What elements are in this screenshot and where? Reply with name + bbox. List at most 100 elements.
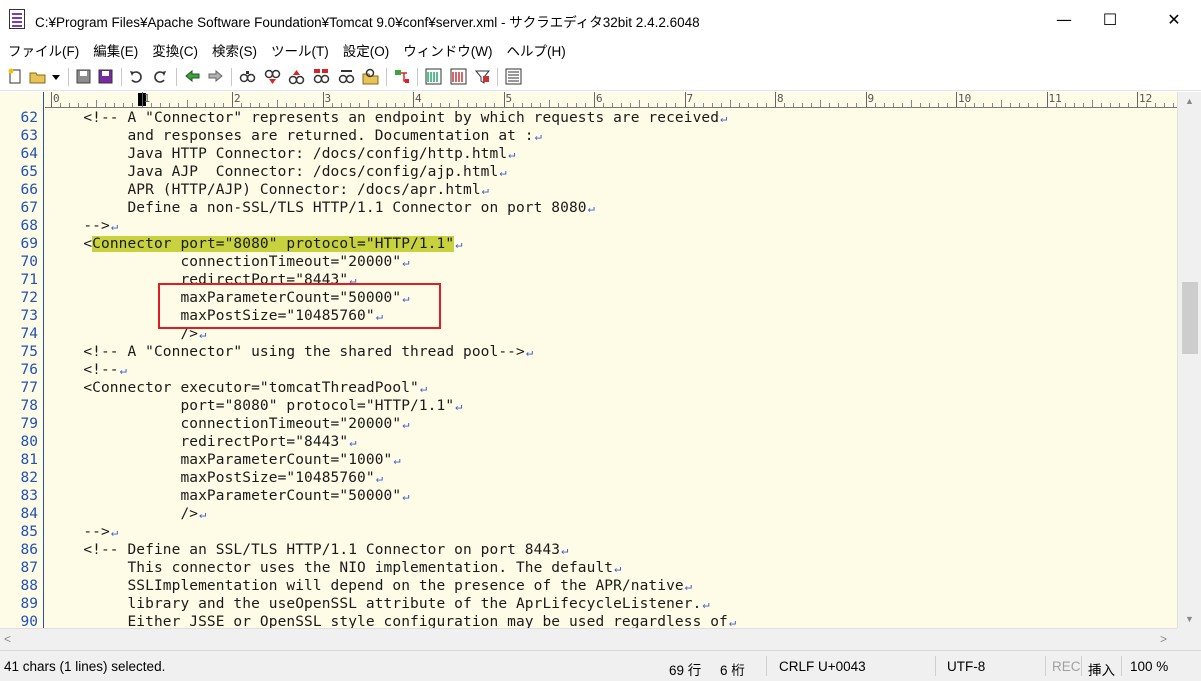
menu-edit[interactable]: 編集(E) [93, 40, 138, 60]
menu-window[interactable]: ウィンドウ(W) [403, 40, 492, 60]
line-text[interactable]: -->↵ [48, 217, 118, 235]
line-text[interactable]: redirectPort="8443"↵ [48, 433, 357, 451]
scroll-right-icon[interactable]: > [1160, 632, 1167, 646]
code-line[interactable]: 62 <!-- A "Connector" represents an endp… [0, 109, 1177, 127]
menu-help[interactable]: ヘルプ(H) [506, 40, 565, 60]
save-all-icon[interactable] [97, 68, 114, 85]
maximize-button[interactable]: ☐ [1087, 0, 1133, 38]
line-text[interactable]: SSLImplementation will depend on the pre… [48, 577, 692, 595]
sakura-editor-icon[interactable] [9, 9, 25, 29]
line-number[interactable]: 69 [0, 235, 38, 253]
line-text[interactable]: Either JSSE or OpenSSL style configurati… [48, 613, 736, 628]
line-text[interactable]: <!-- Define an SSL/TLS HTTP/1.1 Connecto… [48, 541, 568, 559]
code-line[interactable]: 80 redirectPort="8443"↵ [0, 433, 1177, 451]
open-file-icon[interactable] [29, 68, 46, 85]
selected-text[interactable]: Connector port="8080" protocol="HTTP/1.1… [92, 236, 455, 252]
menu-file[interactable]: ファイル(F) [8, 40, 79, 60]
line-number[interactable]: 85 [0, 523, 38, 541]
scroll-up-icon[interactable]: ▲ [1178, 92, 1201, 110]
line-text[interactable]: maxParameterCount="50000"↵ [48, 487, 410, 505]
search-prev-icon[interactable] [288, 68, 305, 85]
vertical-scrollbar[interactable]: ▲ ▼ [1177, 92, 1201, 628]
code-line[interactable]: 65 Java AJP Connector: /docs/config/ajp.… [0, 163, 1177, 181]
line-number[interactable]: 86 [0, 541, 38, 559]
line-number[interactable]: 75 [0, 343, 38, 361]
code-line[interactable]: 86 <!-- Define an SSL/TLS HTTP/1.1 Conne… [0, 541, 1177, 559]
menu-convert[interactable]: 変換(C) [152, 40, 198, 60]
line-number[interactable]: 78 [0, 397, 38, 415]
line-text[interactable]: <!-- A "Connector" represents an endpoin… [48, 109, 727, 127]
status-eol[interactable]: CRLF [779, 659, 814, 674]
code-line[interactable]: 83 maxParameterCount="50000"↵ [0, 487, 1177, 505]
line-number[interactable]: 66 [0, 181, 38, 199]
dropdown-icon[interactable] [51, 68, 61, 85]
line-text[interactable]: Java HTTP Connector: /docs/config/http.h… [48, 145, 515, 163]
line-text[interactable]: maxParameterCount="1000"↵ [48, 451, 401, 469]
line-number[interactable]: 71 [0, 271, 38, 289]
code-line[interactable]: 69 <Connector port="8080" protocol="HTTP… [0, 235, 1177, 253]
line-number[interactable]: 65 [0, 163, 38, 181]
line-number[interactable]: 87 [0, 559, 38, 577]
line-text[interactable]: This connector uses the NIO implementati… [48, 559, 621, 577]
scroll-left-icon[interactable]: < [4, 632, 11, 646]
line-number[interactable]: 64 [0, 145, 38, 163]
code-line[interactable]: 63 and responses are returned. Documenta… [0, 127, 1177, 145]
line-number[interactable]: 70 [0, 253, 38, 271]
code-line[interactable]: 70 connectionTimeout="20000"↵ [0, 253, 1177, 271]
line-text[interactable]: maxPostSize="10485760"↵ [48, 469, 383, 487]
line-number[interactable]: 67 [0, 199, 38, 217]
minimize-button[interactable]: — [1041, 0, 1087, 38]
horizontal-scrollbar[interactable]: < > [0, 628, 1177, 650]
scroll-thumb[interactable] [1182, 282, 1198, 354]
outline-icon[interactable] [393, 68, 410, 85]
jump-back-icon[interactable] [184, 68, 201, 85]
code-line[interactable]: 90 Either JSSE or OpenSSL style configur… [0, 613, 1177, 628]
line-text[interactable]: <!--↵ [48, 361, 127, 379]
line-number[interactable]: 63 [0, 127, 38, 145]
line-number[interactable]: 82 [0, 469, 38, 487]
line-number[interactable]: 83 [0, 487, 38, 505]
menu-settings[interactable]: 設定(O) [343, 40, 390, 60]
settings-icon[interactable] [505, 68, 522, 85]
search-icon[interactable] [239, 68, 256, 85]
code-line[interactable]: 79 connectionTimeout="20000"↵ [0, 415, 1177, 433]
line-text[interactable]: Define a non-SSL/TLS HTTP/1.1 Connector … [48, 199, 595, 217]
code-line[interactable]: 81 maxParameterCount="1000"↵ [0, 451, 1177, 469]
save-icon[interactable] [75, 68, 92, 85]
jump-forward-icon[interactable] [207, 68, 224, 85]
code-line[interactable]: 76 <!--↵ [0, 361, 1177, 379]
line-number[interactable]: 90 [0, 613, 38, 628]
line-text[interactable]: and responses are returned. Documentatio… [48, 127, 542, 145]
line-number[interactable]: 79 [0, 415, 38, 433]
status-zoom[interactable]: 100 % [1130, 659, 1168, 674]
code-line[interactable]: 75 <!-- A "Connector" using the shared t… [0, 343, 1177, 361]
line-number[interactable]: 88 [0, 577, 38, 595]
column-ruler[interactable]: 0 1 2 3 4 5 6 7 8 9 10 11 12 [45, 92, 1177, 108]
code-line[interactable]: 77 <Connector executor="tomcatThreadPool… [0, 379, 1177, 397]
replace-icon[interactable] [313, 68, 330, 85]
line-number[interactable]: 74 [0, 325, 38, 343]
close-button[interactable]: ✕ [1147, 0, 1201, 38]
filter-icon[interactable] [474, 68, 491, 85]
line-text[interactable]: library and the useOpenSSL attribute of … [48, 595, 710, 613]
line-text[interactable]: <Connector port="8080" protocol="HTTP/1.… [48, 235, 463, 253]
code-line[interactable]: 85 -->↵ [0, 523, 1177, 541]
redo-icon[interactable] [151, 68, 168, 85]
line-text[interactable]: />↵ [48, 505, 206, 523]
scroll-down-icon[interactable]: ▼ [1178, 610, 1201, 628]
line-text[interactable]: APR (HTTP/AJP) Connector: /docs/apr.html… [48, 181, 489, 199]
code-line[interactable]: 67 Define a non-SSL/TLS HTTP/1.1 Connect… [0, 199, 1177, 217]
line-number[interactable]: 80 [0, 433, 38, 451]
status-insert-mode[interactable]: 挿入 [1088, 659, 1115, 679]
new-file-icon[interactable] [7, 68, 24, 85]
editor-area[interactable]: 0 1 2 3 4 5 6 7 8 9 10 11 12 62 <!-- A "Connector" r… [0, 92, 1177, 628]
line-number[interactable]: 68 [0, 217, 38, 235]
line-text[interactable]: <Connector executor="tomcatThreadPool"↵ [48, 379, 427, 397]
line-number[interactable]: 81 [0, 451, 38, 469]
code-line[interactable]: 66 APR (HTTP/AJP) Connector: /docs/apr.h… [0, 181, 1177, 199]
code-line[interactable]: 64 Java HTTP Connector: /docs/config/htt… [0, 145, 1177, 163]
line-text[interactable]: -->↵ [48, 523, 118, 541]
menu-search[interactable]: 検索(S) [212, 40, 257, 60]
code-line[interactable]: 68 -->↵ [0, 217, 1177, 235]
grep-icon[interactable] [362, 68, 379, 85]
